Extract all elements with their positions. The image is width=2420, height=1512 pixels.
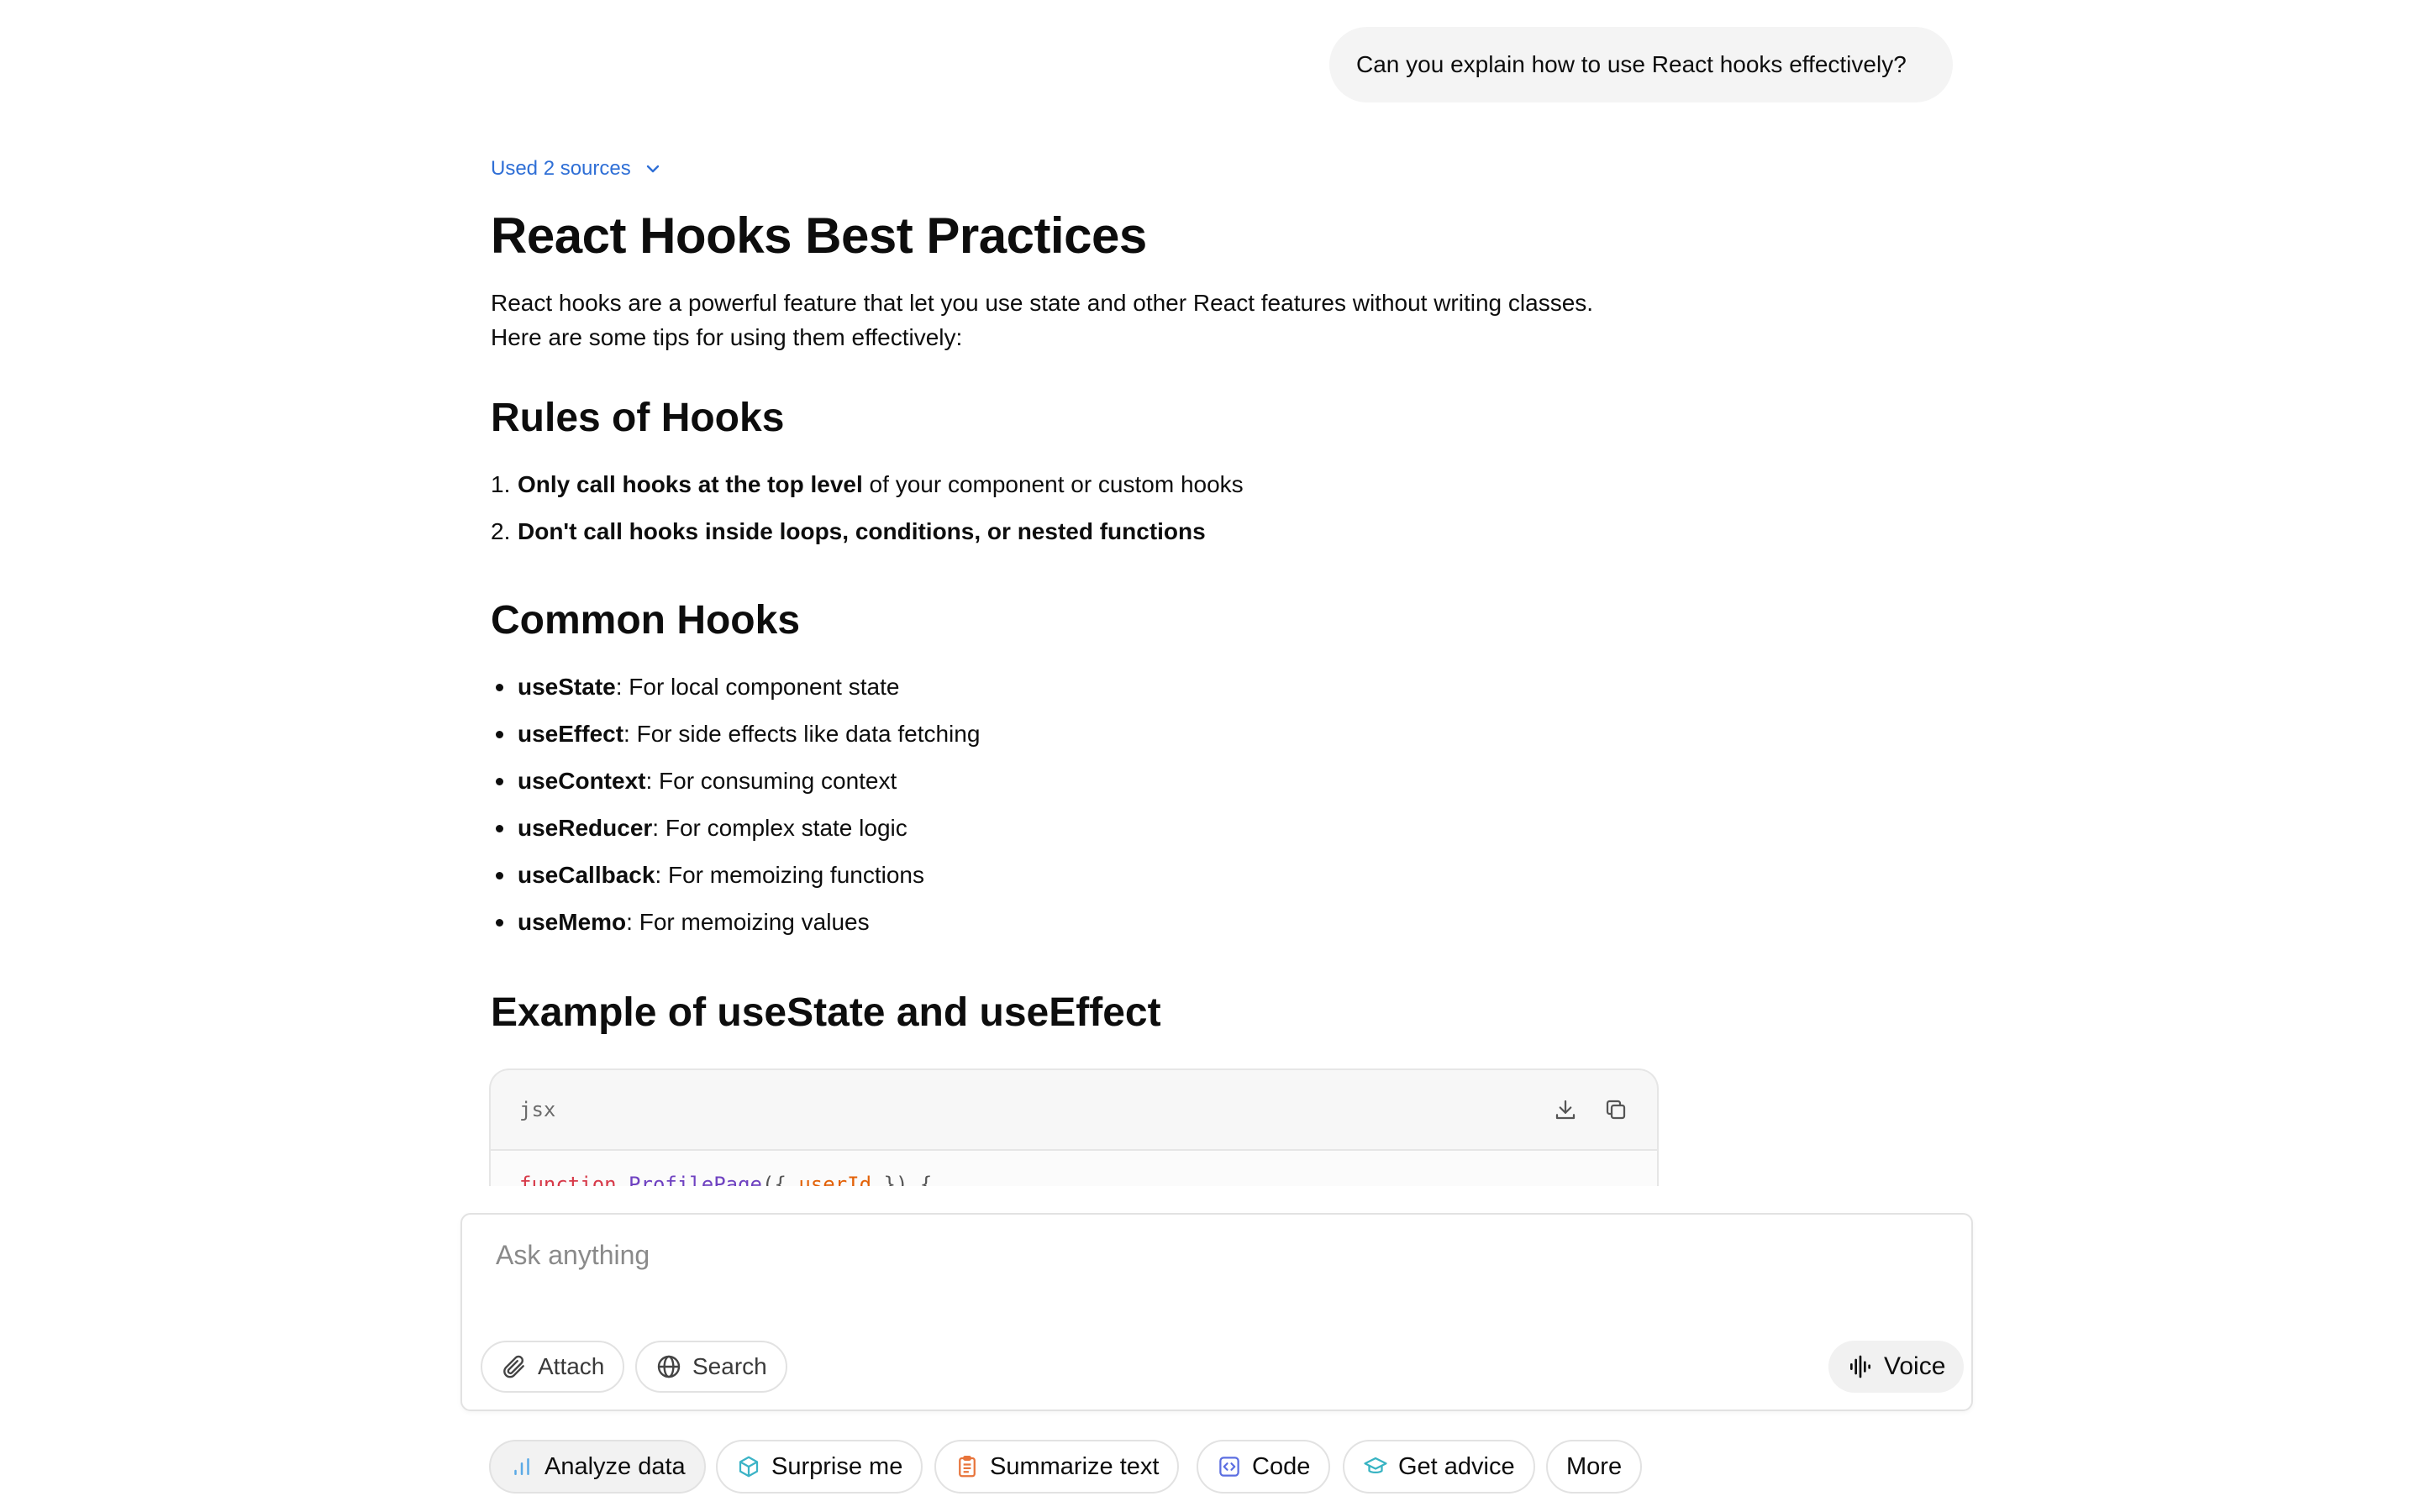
search-label: Search	[692, 1353, 767, 1379]
common-hooks-list: useState: For local component state useE…	[491, 664, 1751, 946]
code-block: jsx function ProfilePage({ userId }) {	[489, 1068, 1659, 1186]
user-message-text: Can you explain how to use React hooks e…	[1356, 51, 1907, 77]
voice-button[interactable]: Voice	[1828, 1341, 1965, 1393]
code-body: function ProfilePage({ userId }) {	[491, 1151, 1657, 1186]
globe-icon	[657, 1355, 681, 1378]
scroll-fade	[0, 1186, 2420, 1211]
example-heading: Example of useState and useEffect	[491, 990, 1161, 1035]
bar-chart-icon	[514, 1458, 529, 1475]
composer: Ask anything Attach Search Voice	[460, 1213, 1973, 1411]
rules-heading: Rules of Hooks	[491, 396, 785, 440]
sources-label: Used 2 sources	[491, 157, 631, 180]
user-message-bubble: Can you explain how to use React hooks e…	[1329, 27, 1953, 102]
paperclip-icon	[503, 1355, 524, 1378]
list-item: 1. Only call hooks at the top level of y…	[491, 471, 1244, 497]
sources-toggle[interactable]: Used 2 sources	[491, 156, 663, 181]
intro-line-2: Here are some tips for using them effect…	[491, 324, 963, 350]
code-header: jsx	[491, 1070, 1657, 1151]
list-item: useEffect: For side effects like data fe…	[491, 711, 1751, 758]
suggestion-surprise-me[interactable]: Surprise me	[716, 1440, 923, 1494]
answer-intro: React hooks are a powerful feature that …	[491, 286, 1751, 354]
list-item: useMemo: For memoizing values	[491, 899, 1751, 946]
answer-title: React Hooks Best Practices	[491, 207, 1147, 264]
graduation-cap-icon	[1364, 1457, 1387, 1473]
suggestion-analyze-data[interactable]: Analyze data	[489, 1440, 706, 1494]
search-button[interactable]: Search	[635, 1341, 787, 1393]
composer-input[interactable]: Ask anything	[496, 1240, 650, 1271]
intro-line-1: React hooks are a powerful feature that …	[491, 290, 1594, 316]
common-hooks-heading: Common Hooks	[491, 598, 801, 643]
code-line: function ProfilePage({ userId }) {	[519, 1173, 933, 1186]
suggestion-summarize-text[interactable]: Summarize text	[934, 1440, 1180, 1494]
code-language-label: jsx	[519, 1098, 556, 1121]
attach-label: Attach	[538, 1353, 605, 1379]
attach-button[interactable]: Attach	[481, 1341, 625, 1393]
list-item: 2. Don't call hooks inside loops, condit…	[491, 518, 1206, 544]
list-item: useCallback: For memoizing functions	[491, 852, 1751, 899]
suggestion-get-advice[interactable]: Get advice	[1343, 1440, 1535, 1494]
cube-icon	[739, 1456, 759, 1478]
suggestion-more[interactable]: More	[1546, 1440, 1643, 1494]
suggestion-code[interactable]: Code	[1197, 1440, 1331, 1494]
list-item: useState: For local component state	[491, 664, 1751, 711]
code-icon	[1219, 1457, 1239, 1477]
waveform-icon	[1850, 1355, 1870, 1378]
rules-list: 1. Only call hooks at the top level of y…	[491, 461, 1751, 555]
clipboard-icon	[959, 1456, 976, 1478]
voice-label: Voice	[1884, 1352, 1946, 1380]
copy-icon[interactable]	[1603, 1097, 1628, 1122]
list-item: useReducer: For complex state logic	[491, 805, 1751, 852]
list-item: useContext: For consuming context	[491, 758, 1751, 805]
chevron-down-icon	[646, 165, 659, 173]
download-icon[interactable]	[1553, 1097, 1578, 1122]
